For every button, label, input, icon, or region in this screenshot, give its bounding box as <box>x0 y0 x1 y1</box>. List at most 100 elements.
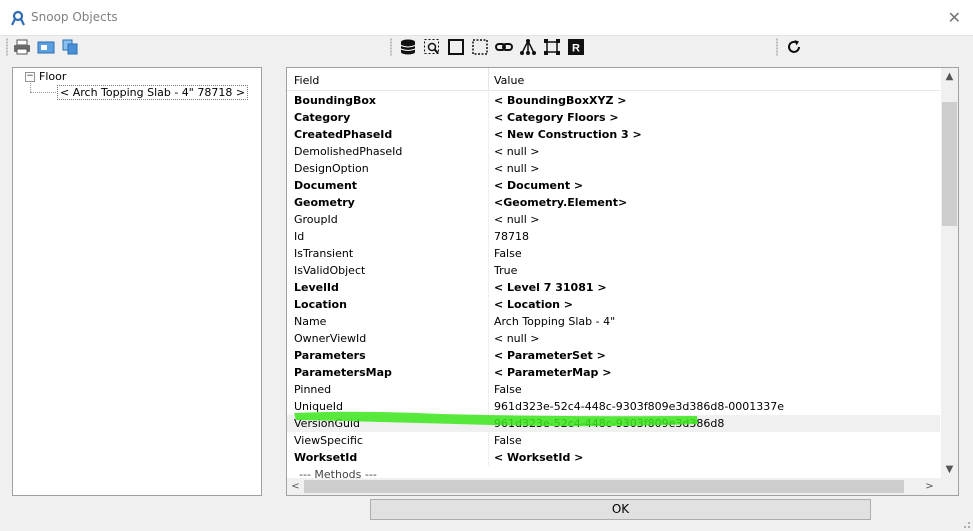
database-icon[interactable] <box>399 38 417 56</box>
dashed-select-icon[interactable] <box>471 38 489 56</box>
field-cell: Geometry <box>294 196 355 209</box>
grid-row[interactable]: ParametersMap < ParameterMap > <box>287 364 940 381</box>
toolbar-grip-2[interactable] <box>390 38 392 56</box>
tree-node-child-label: < Arch Topping Slab - 4" 78718 > <box>60 86 246 99</box>
row-divider <box>488 194 489 211</box>
horizontal-scroll-thumb[interactable] <box>304 480 904 493</box>
field-cell: Location <box>294 298 347 311</box>
copy-icon[interactable] <box>61 38 79 56</box>
grid-row[interactable]: IsTransient False <box>287 245 940 262</box>
tree-node-root[interactable]: − Floor <box>25 70 66 83</box>
field-cell: LevelId <box>294 281 339 294</box>
value-cell[interactable]: < WorksetId > <box>494 449 583 466</box>
scroll-left-icon[interactable]: < <box>287 478 304 495</box>
grid-rows: BoundingBox < BoundingBoxXYZ > Category < C… <box>287 92 940 483</box>
value-cell[interactable]: < BoundingBoxXYZ > <box>494 92 627 109</box>
grid-row[interactable]: IsValidObject True <box>287 262 940 279</box>
tree-node-child[interactable]: < Arch Topping Slab - 4" 78718 > <box>57 85 249 100</box>
snoop-app-icon <box>10 10 26 26</box>
value-cell: False <box>494 434 522 447</box>
grid-row[interactable]: Parameters < ParameterSet > <box>287 347 940 364</box>
value-cell: False <box>494 383 522 396</box>
row-divider <box>488 92 489 109</box>
scroll-up-icon[interactable]: ▲ <box>941 68 958 85</box>
row-divider <box>488 143 489 160</box>
value-cell[interactable]: < Category Floors > <box>494 109 619 126</box>
printer-icon[interactable] <box>13 38 31 56</box>
toolbar-grip-3[interactable] <box>776 38 778 56</box>
vertical-scroll-thumb[interactable] <box>942 102 957 226</box>
grid-row[interactable]: LevelId < Level 7 31081 > <box>287 279 940 296</box>
value-cell: True <box>494 264 518 277</box>
grid-row[interactable]: DemolishedPhaseId < null > <box>287 143 940 160</box>
scroll-down-icon[interactable]: ▼ <box>941 461 958 478</box>
window-title: Snoop Objects <box>31 10 118 24</box>
field-cell: DesignOption <box>294 162 369 175</box>
value-cell[interactable]: <Geometry.Element> <box>494 194 627 211</box>
grid-row[interactable]: Geometry <Geometry.Element> <box>287 194 940 211</box>
value-cell: 961d323e-52c4-448c-9303f809e3d386d8-0001… <box>494 400 785 413</box>
dependents-icon[interactable] <box>543 38 561 56</box>
collapse-toggle[interactable]: − <box>25 71 35 82</box>
row-divider <box>488 160 489 177</box>
link-icon[interactable] <box>495 38 513 56</box>
value-cell[interactable]: < ParameterSet > <box>494 347 606 364</box>
refresh-icon[interactable] <box>785 38 803 56</box>
value-cell[interactable]: < ParameterMap > <box>494 364 611 381</box>
grid-row[interactable]: DesignOption < null > <box>287 160 940 177</box>
row-divider <box>488 415 489 432</box>
grid-row[interactable]: Category < Category Floors > <box>287 109 940 126</box>
hierarchy-icon[interactable] <box>519 38 537 56</box>
row-divider <box>488 126 489 143</box>
grid-row[interactable]: GroupId < null > <box>287 211 940 228</box>
column-divider[interactable] <box>488 68 489 90</box>
grid-row[interactable]: Document < Document > <box>287 177 940 194</box>
horizontal-scrollbar[interactable]: < > <box>287 478 958 495</box>
field-cell: IsValidObject <box>294 264 366 277</box>
grid-row[interactable]: ViewSpecific False <box>287 432 940 449</box>
row-divider <box>488 449 489 466</box>
column-header-value[interactable]: Value <box>494 74 524 87</box>
field-cell: Parameters <box>294 349 366 362</box>
row-divider <box>488 279 489 296</box>
resize-grip-icon[interactable] <box>961 519 971 529</box>
toolbar-grip[interactable] <box>6 38 8 56</box>
value-cell[interactable]: < New Construction 3 > <box>494 126 642 143</box>
close-icon[interactable]: ✕ <box>948 8 961 27</box>
column-header-field[interactable]: Field <box>294 74 319 87</box>
field-cell: DemolishedPhaseId <box>294 145 403 158</box>
grid-row[interactable]: Pinned False <box>287 381 940 398</box>
field-cell: CreatedPhaseId <box>294 128 393 141</box>
grid-row[interactable]: UniqueId 961d323e-52c4-448c-9303f809e3d38… <box>287 398 940 415</box>
object-tree[interactable]: − Floor < Arch Topping Slab - 4" 78718 > <box>12 67 262 496</box>
ok-button[interactable]: OK <box>370 499 871 520</box>
grid-row[interactable]: Name Arch Topping Slab - 4" <box>287 313 940 330</box>
grid-row[interactable]: VersionGuid 961d323e-52c4-448c-9303f809e3… <box>287 415 940 432</box>
grid-row[interactable]: Location < Location > <box>287 296 940 313</box>
revit-letter: R <box>572 43 580 55</box>
field-cell: Category <box>294 111 351 124</box>
grid-row[interactable]: Id 78718 <box>287 228 940 245</box>
grid-row[interactable]: BoundingBox < BoundingBoxXYZ > <box>287 92 940 109</box>
grid-row[interactable]: CreatedPhaseId < New Construction 3 > <box>287 126 940 143</box>
select-query-icon[interactable] <box>423 38 441 56</box>
grid-row[interactable]: WorksetId < WorksetId > <box>287 449 940 466</box>
field-cell: Pinned <box>294 383 332 396</box>
row-divider <box>488 398 489 415</box>
scroll-right-icon[interactable]: > <box>921 478 938 495</box>
value-cell: < null > <box>494 213 540 226</box>
value-cell[interactable]: < Location > <box>494 296 573 313</box>
value-cell[interactable]: < Level 7 31081 > <box>494 279 607 296</box>
row-divider <box>488 109 489 126</box>
row-divider <box>488 432 489 449</box>
field-cell: Name <box>294 315 327 328</box>
vertical-scrollbar[interactable]: ▲ ▼ <box>941 68 958 478</box>
row-divider <box>488 296 489 313</box>
property-grid[interactable]: Field Value BoundingBox < BoundingBoxXYZ … <box>286 67 959 496</box>
revit-r-icon[interactable]: R <box>567 38 585 56</box>
grid-row[interactable]: OwnerViewId < null > <box>287 330 940 347</box>
square-icon[interactable] <box>447 38 465 56</box>
value-cell[interactable]: < Document > <box>494 177 583 194</box>
title-bar: Snoop Objects ✕ <box>0 0 973 36</box>
preview-icon[interactable] <box>37 38 55 56</box>
